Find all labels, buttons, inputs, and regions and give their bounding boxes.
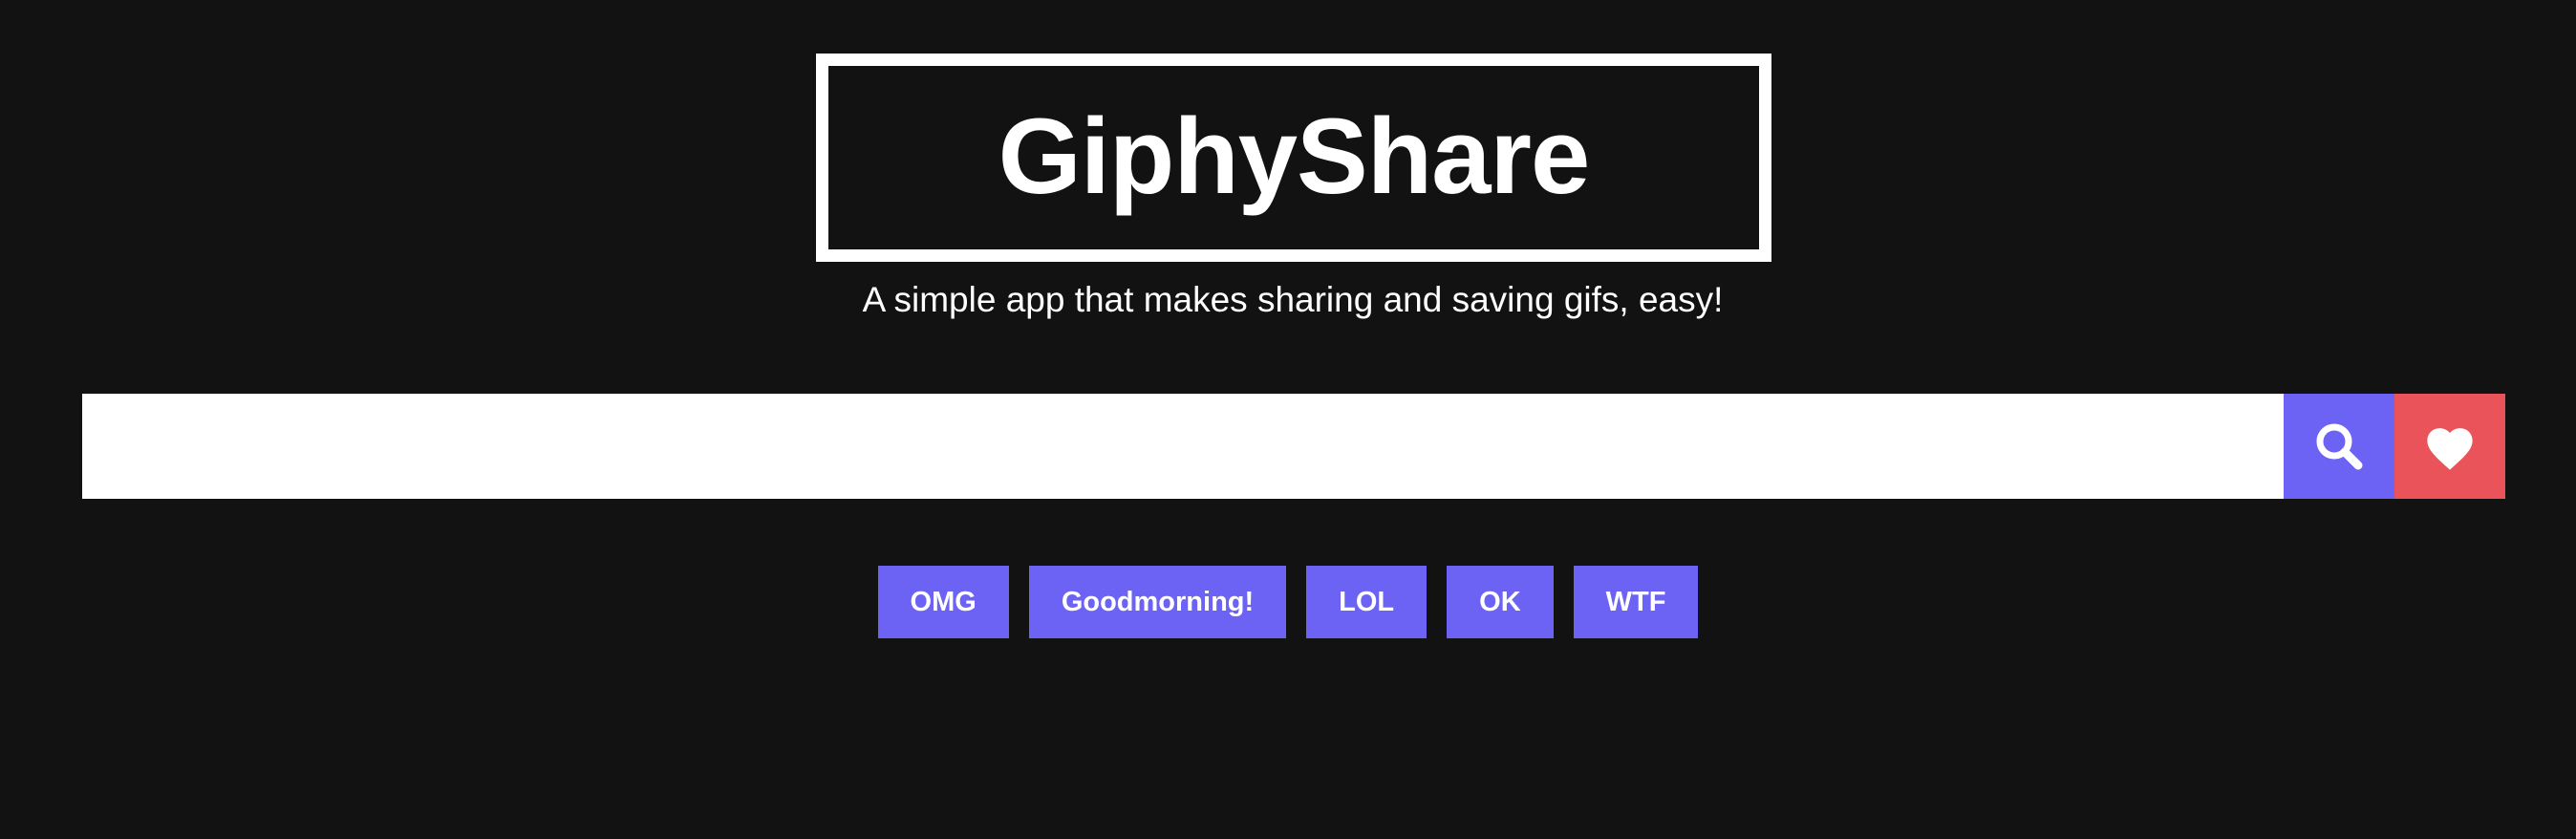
search-icon [2316,423,2363,470]
tag-ok[interactable]: OK [1447,566,1554,638]
tag-omg[interactable]: OMG [877,566,1009,638]
search-bar [82,394,2505,499]
tag-goodmorning[interactable]: Goodmorning! [1028,566,1287,638]
app-logo: GiphyShare [998,97,1591,216]
tag-wtf[interactable]: WTF [1573,566,1699,638]
logo-box: GiphyShare [816,54,1771,262]
heart-icon [2427,428,2473,470]
tag-lol[interactable]: LOL [1306,566,1428,638]
tagline: A simple app that makes sharing and savi… [862,280,1724,319]
favorites-button[interactable] [2394,394,2505,499]
search-input[interactable] [82,394,2284,499]
search-button[interactable] [2284,394,2394,499]
quick-tags: OMG Goodmorning! LOL OK WTF [0,566,2576,638]
